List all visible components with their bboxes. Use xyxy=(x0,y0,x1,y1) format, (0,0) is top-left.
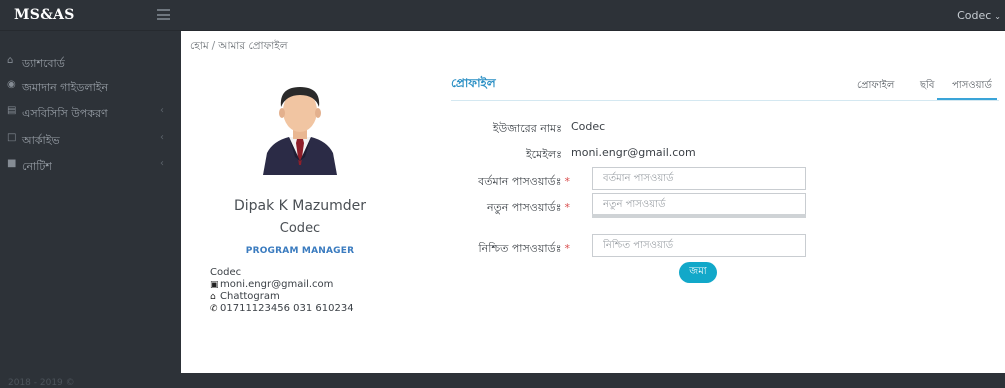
chevron-down-icon: ⌄ xyxy=(994,12,1001,21)
new-password-label-text: নতুন পাসওয়ার্ডঃ xyxy=(486,201,562,214)
breadcrumb: হোম / আমার প্রোফাইল xyxy=(190,39,288,56)
sidebar-item-guideline[interactable]: ◉ জমাদান গাইডলাইন xyxy=(0,75,181,99)
file-icon: □ xyxy=(7,132,17,143)
contact-phone: 01711123456 031 610234 xyxy=(220,303,354,314)
sidebar-item-archive[interactable]: □ আর্কাইভ ‹ xyxy=(0,128,181,152)
document-icon: ▤ xyxy=(7,105,17,116)
chevron-left-icon: ‹ xyxy=(160,105,164,116)
user-menu[interactable]: Codec ⌄ xyxy=(957,9,1001,22)
confirm-password-label: নিশ্চিত পাসওয়ার্ডঃ * xyxy=(370,240,571,259)
username-value: Codec xyxy=(571,120,606,133)
email-label: ইমেইলঃ xyxy=(525,148,562,161)
home-icon: ⌂ xyxy=(7,55,14,66)
user-name: Codec xyxy=(957,9,992,22)
breadcrumb-separator: / xyxy=(211,40,216,52)
contact-city-row: ⌂ Chattogram xyxy=(210,291,280,302)
sidebar-item-dashboard[interactable]: ⌂ ড্যাশবোর্ড xyxy=(0,51,181,75)
home-icon: ⌂ xyxy=(210,292,216,302)
chevron-left-icon: ‹ xyxy=(160,132,164,143)
envelope-icon: ▣ xyxy=(210,280,219,290)
contact-city: Chattogram xyxy=(220,291,280,302)
profile-panel-title: প্রোফাইল xyxy=(451,76,496,90)
current-password-label-text: বর্তমান পাসওয়ার্ডঃ xyxy=(478,175,562,188)
breadcrumb-current: আমার প্রোফাইল xyxy=(218,40,288,52)
sidebar-item-label: জমাদান গাইডলাইন xyxy=(22,81,109,94)
confirm-password-input[interactable] xyxy=(592,234,806,257)
profile-organization: Codec xyxy=(279,221,321,236)
sidebar-toggle-icon[interactable] xyxy=(157,9,170,20)
contact-email: moni.engr@gmail.com xyxy=(220,279,334,290)
avatar xyxy=(263,87,337,175)
chevron-left-icon: ‹ xyxy=(160,158,164,169)
circle-icon: ◉ xyxy=(7,79,16,90)
contact-organization: Codec xyxy=(210,267,242,278)
sidebar-item-label: আর্কাইভ xyxy=(22,134,60,147)
top-navbar: MS&AS Codec ⌄ xyxy=(0,0,1005,31)
current-password-input[interactable] xyxy=(592,167,806,190)
tab-profile[interactable]: প্রোফাইল xyxy=(857,78,894,95)
new-password-input[interactable] xyxy=(592,193,806,216)
main-content: হোম / আমার প্রোফাইল Dipak K Mazumder Codec… xyxy=(181,31,1005,373)
sidebar: ⌂ ড্যাশবোর্ড ◉ জমাদান গাইডলাইন ▤ এসবিসিস… xyxy=(0,31,181,388)
required-marker: * xyxy=(564,242,571,255)
tab-password[interactable]: পাসওয়ার্ড xyxy=(952,78,992,95)
password-strength-bar xyxy=(592,214,806,218)
sidebar-item-sbcc-materials[interactable]: ▤ এসবিসিসি উপকরণ ‹ xyxy=(0,101,181,125)
username-label: ইউজারের নামঃ xyxy=(492,122,562,135)
required-marker: * xyxy=(564,175,571,188)
email-value: moni.engr@gmail.com xyxy=(571,146,696,159)
panel-divider xyxy=(451,100,999,101)
tab-photo[interactable]: ছবি xyxy=(920,78,935,95)
app-brand[interactable]: MS&AS xyxy=(14,7,75,23)
footer-copyright: 2018 - 2019 © xyxy=(8,378,75,388)
notice-icon: ■ xyxy=(7,158,17,169)
sidebar-item-label: এসবিসিসি উপকরণ xyxy=(22,107,108,120)
current-password-label: বর্তমান পাসওয়ার্ডঃ * xyxy=(370,173,570,192)
sidebar-item-label: নোটিশ xyxy=(22,160,52,173)
contact-phone-row: ✆ 01711123456 031 610234 xyxy=(210,303,354,314)
breadcrumb-home[interactable]: হোম xyxy=(190,40,209,52)
new-password-label: নতুন পাসওয়ার্ডঃ * xyxy=(370,199,570,218)
required-marker: * xyxy=(564,201,571,214)
submit-button[interactable]: জমা xyxy=(679,262,717,283)
contact-email-row: ▣moni.engr@gmail.com xyxy=(210,279,333,290)
active-tab-indicator xyxy=(937,98,997,100)
sidebar-item-label: ড্যাশবোর্ড xyxy=(22,57,65,70)
phone-icon: ✆ xyxy=(210,304,218,314)
confirm-password-label-text: নিশ্চিত পাসওয়ার্ডঃ xyxy=(478,242,562,255)
sidebar-item-notice[interactable]: ■ নোটিশ ‹ xyxy=(0,154,181,178)
